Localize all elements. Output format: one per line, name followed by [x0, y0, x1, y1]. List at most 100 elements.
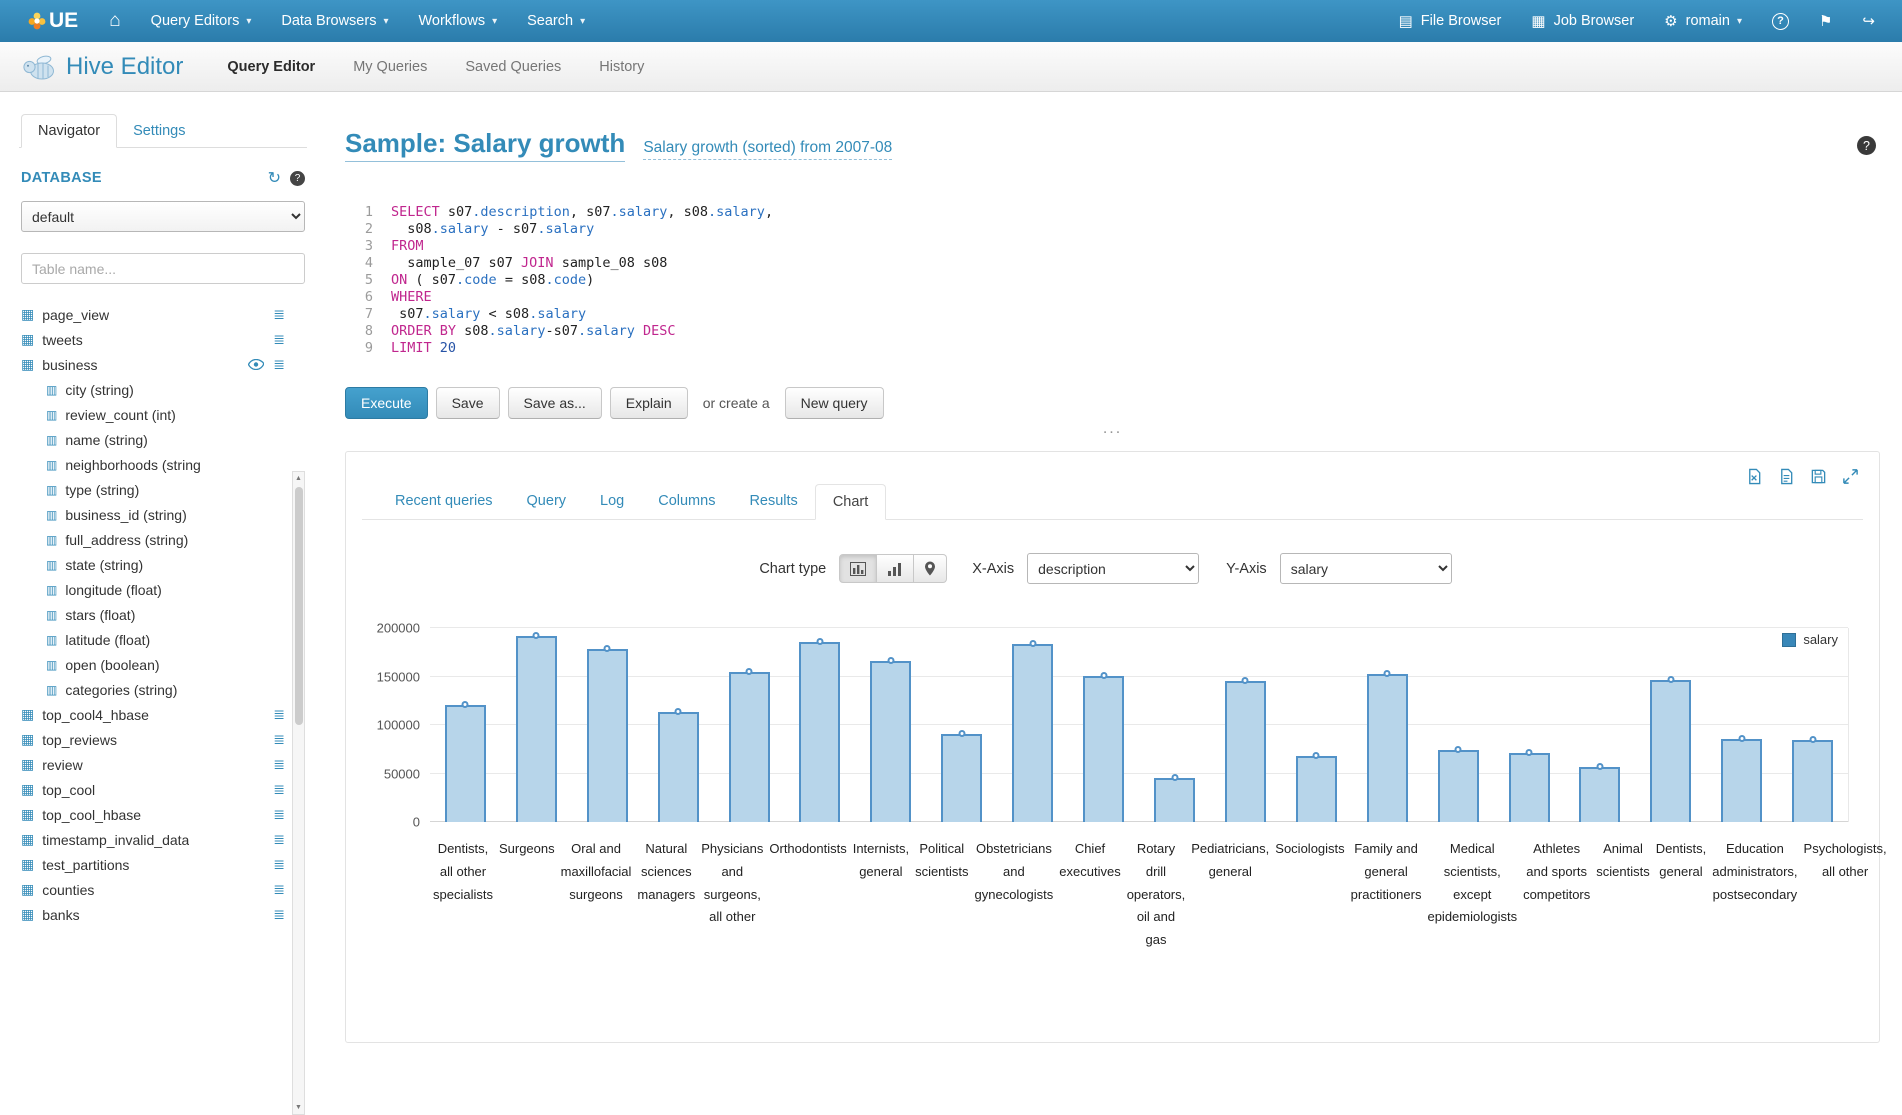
download-xls-icon[interactable] — [1746, 468, 1763, 485]
x-axis-select[interactable]: description — [1027, 553, 1199, 584]
chart-bar[interactable] — [1579, 767, 1620, 822]
chart-type-map-button[interactable] — [914, 554, 947, 583]
chart-bar[interactable] — [1650, 680, 1691, 822]
table-item[interactable]: ▦business≣ — [21, 352, 285, 377]
sidebar-tab-settings[interactable]: Settings — [117, 115, 201, 147]
column-item[interactable]: ▥longitude (float) — [21, 577, 285, 602]
browse-data-icon[interactable]: ≣ — [273, 806, 285, 823]
results-tab-log[interactable]: Log — [583, 484, 641, 520]
chart-bar[interactable] — [1509, 753, 1550, 822]
chart-bar[interactable] — [1225, 681, 1266, 822]
column-item[interactable]: ▥latitude (float) — [21, 627, 285, 652]
table-item[interactable]: ▦top_cool_hbase≣ — [21, 802, 285, 827]
save-results-icon[interactable] — [1810, 468, 1827, 485]
hive-editor-home-link[interactable]: Hive Editor — [22, 52, 183, 82]
scroll-down-icon[interactable]: ▼ — [295, 1101, 302, 1114]
execute-button[interactable]: Execute — [345, 387, 428, 419]
column-item[interactable]: ▥categories (string) — [21, 677, 285, 702]
topnav-file-browser[interactable]: ▤File Browser — [1384, 0, 1517, 42]
topnav-help-button[interactable]: ? — [1757, 0, 1804, 42]
table-item[interactable]: ▦top_cool4_hbase≣ — [21, 702, 285, 727]
topnav-menu-query-editors[interactable]: Query Editors▾ — [136, 0, 267, 42]
app-tab-saved-queries[interactable]: Saved Queries — [465, 44, 561, 90]
save-as-button[interactable]: Save as... — [508, 387, 602, 419]
column-item[interactable]: ▥stars (float) — [21, 602, 285, 627]
new-query-button[interactable]: New query — [785, 387, 884, 419]
database-select[interactable]: default — [21, 201, 305, 232]
query-subtitle[interactable]: Salary growth (sorted) from 2007-08 — [643, 139, 892, 160]
chart-bar[interactable] — [1083, 676, 1124, 822]
help-icon[interactable]: ? — [1857, 136, 1876, 155]
browse-data-icon[interactable]: ≣ — [273, 831, 285, 848]
topnav-menu-data-browsers[interactable]: Data Browsers▾ — [266, 0, 403, 42]
table-item[interactable]: ▦top_cool≣ — [21, 777, 285, 802]
column-item[interactable]: ▥neighborhoods (string — [21, 452, 285, 477]
chart-bar[interactable] — [1296, 756, 1337, 822]
assist-help-icon[interactable]: ? — [290, 171, 305, 186]
results-tab-columns[interactable]: Columns — [641, 484, 732, 520]
chart-bar[interactable] — [1792, 740, 1833, 822]
chart-bar[interactable] — [729, 672, 770, 822]
column-item[interactable]: ▥full_address (string) — [21, 527, 285, 552]
browse-data-icon[interactable]: ≣ — [273, 881, 285, 898]
refresh-icon[interactable]: ↻ — [268, 168, 281, 188]
table-item[interactable]: ▦test_partitions≣ — [21, 852, 285, 877]
browse-data-icon[interactable]: ≣ — [273, 731, 285, 748]
table-item[interactable]: ▦top_reviews≣ — [21, 727, 285, 752]
app-tab-my-queries[interactable]: My Queries — [353, 44, 427, 90]
results-tab-results[interactable]: Results — [732, 484, 814, 520]
topnav-menu-search[interactable]: Search▾ — [512, 0, 600, 42]
table-item[interactable]: ▦timestamp_invalid_data≣ — [21, 827, 285, 852]
scroll-up-icon[interactable]: ▲ — [295, 472, 302, 485]
chart-bar[interactable] — [445, 705, 486, 822]
topnav-romain[interactable]: ⚙romain▾ — [1649, 0, 1757, 42]
sidebar-scrollbar[interactable]: ▲ ▼ — [292, 471, 305, 1115]
topnav-menu-workflows[interactable]: Workflows▾ — [403, 0, 512, 42]
topnav-logout-button[interactable]: ↪ — [1847, 0, 1890, 42]
chart-bar[interactable] — [587, 649, 628, 822]
app-tab-history[interactable]: History — [599, 44, 644, 90]
results-tab-recent-queries[interactable]: Recent queries — [378, 484, 510, 520]
column-item[interactable]: ▥review_count (int) — [21, 402, 285, 427]
eye-icon[interactable] — [248, 359, 264, 370]
chart-type-bars-button[interactable] — [839, 554, 877, 583]
browse-data-icon[interactable]: ≣ — [273, 781, 285, 798]
y-axis-select[interactable]: salary — [1280, 553, 1452, 584]
chart-bar[interactable] — [658, 712, 699, 822]
app-tab-query-editor[interactable]: Query Editor — [227, 44, 315, 90]
sidebar-tab-navigator[interactable]: Navigator — [21, 114, 117, 148]
expand-results-icon[interactable] — [1842, 468, 1859, 485]
browse-data-icon[interactable]: ≣ — [273, 356, 285, 373]
column-item[interactable]: ▥type (string) — [21, 477, 285, 502]
editor-resize-handle[interactable]: ... — [345, 423, 1880, 439]
browse-data-icon[interactable]: ≣ — [273, 906, 285, 923]
home-button[interactable]: ⌂ — [94, 0, 135, 42]
editor-code[interactable]: SELECT s07.description, s07.salary, s08.… — [391, 204, 773, 357]
table-item[interactable]: ▦banks≣ — [21, 902, 285, 927]
results-tab-chart[interactable]: Chart — [815, 484, 886, 520]
table-item[interactable]: ▦tweets≣ — [21, 327, 285, 352]
table-item[interactable]: ▦review≣ — [21, 752, 285, 777]
chart-bar[interactable] — [799, 642, 840, 822]
browse-data-icon[interactable]: ≣ — [273, 856, 285, 873]
browse-data-icon[interactable]: ≣ — [273, 706, 285, 723]
column-item[interactable]: ▥state (string) — [21, 552, 285, 577]
chart-type-columns-button[interactable] — [877, 554, 914, 583]
results-tab-query[interactable]: Query — [510, 484, 584, 520]
column-item[interactable]: ▥open (boolean) — [21, 652, 285, 677]
chart-bar[interactable] — [1438, 750, 1479, 822]
column-item[interactable]: ▥city (string) — [21, 377, 285, 402]
column-item[interactable]: ▥name (string) — [21, 427, 285, 452]
chart-bar[interactable] — [941, 734, 982, 822]
hue-logo[interactable]: UE — [12, 0, 94, 42]
browse-data-icon[interactable]: ≣ — [273, 331, 285, 348]
download-csv-icon[interactable] — [1778, 468, 1795, 485]
chart-bar[interactable] — [1012, 644, 1053, 822]
save-button[interactable]: Save — [436, 387, 500, 419]
topnav-job-browser[interactable]: ▦Job Browser — [1516, 0, 1649, 42]
sql-editor[interactable]: 123456789 SELECT s07.description, s07.sa… — [345, 204, 1880, 357]
chart-bar[interactable] — [1721, 739, 1762, 822]
table-item[interactable]: ▦page_view≣ — [21, 302, 285, 327]
column-item[interactable]: ▥business_id (string) — [21, 502, 285, 527]
chart-bar[interactable] — [516, 636, 557, 822]
